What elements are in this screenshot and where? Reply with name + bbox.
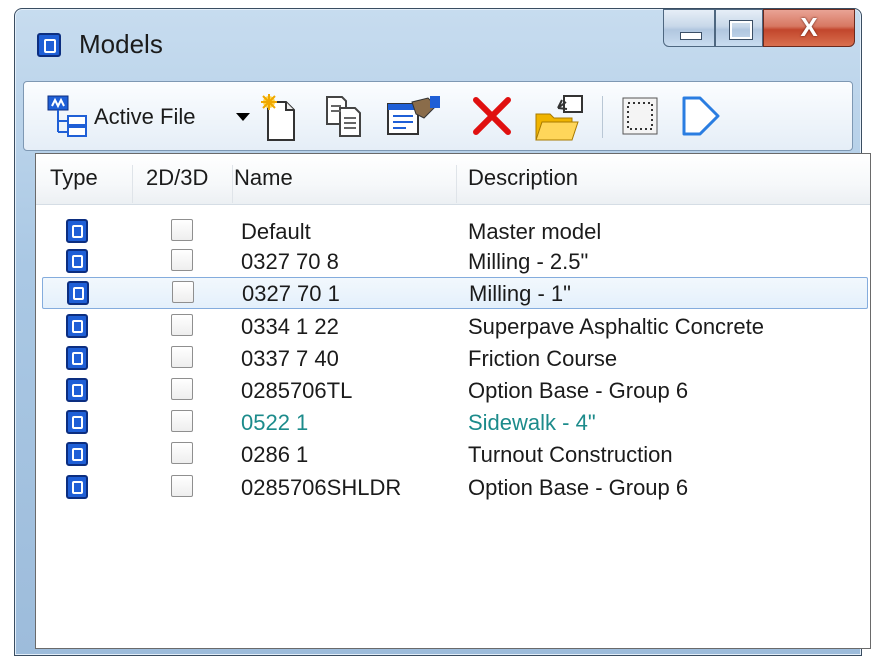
title-bar[interactable]: Models X bbox=[15, 9, 861, 81]
row-name: 0327 70 8 bbox=[241, 249, 339, 274]
row-name: 0334 1 22 bbox=[241, 314, 339, 339]
row-description: Friction Course bbox=[468, 346, 618, 371]
model-3d-icon bbox=[66, 475, 88, 499]
maximize-button[interactable] bbox=[715, 9, 763, 47]
row-description: Turnout Construction bbox=[468, 442, 673, 467]
model-3d-icon bbox=[66, 219, 88, 243]
row-name: Default bbox=[241, 219, 311, 244]
shape-button[interactable] bbox=[680, 94, 724, 138]
column-separator[interactable] bbox=[456, 165, 457, 203]
column-name[interactable]: Name bbox=[234, 165, 293, 191]
row-description: Option Base - Group 6 bbox=[468, 475, 689, 500]
row-description: Sidewalk - 4" bbox=[468, 410, 596, 435]
row-description: Superpave Asphaltic Concrete bbox=[468, 314, 764, 339]
delete-model-button[interactable] bbox=[470, 94, 514, 138]
column-separator[interactable] bbox=[132, 165, 133, 203]
dimension-checkbox[interactable] bbox=[172, 281, 194, 303]
row-name: 0522 1 bbox=[241, 410, 309, 435]
model-3d-icon bbox=[67, 281, 89, 305]
dimension-checkbox[interactable] bbox=[171, 410, 193, 432]
row-description: Milling - 2.5" bbox=[468, 249, 589, 274]
model-3d-icon bbox=[66, 346, 88, 370]
table-row-selected[interactable]: 0327 70 1 Milling - 1" bbox=[42, 277, 868, 309]
model-properties-icon bbox=[387, 96, 440, 135]
column-2d3d[interactable]: 2D/3D bbox=[146, 165, 208, 191]
import-model-button[interactable] bbox=[534, 94, 586, 141]
table-row[interactable]: 0522 1 Sidewalk - 4" bbox=[36, 407, 870, 439]
maximize-icon bbox=[729, 20, 753, 40]
minimize-icon bbox=[680, 32, 702, 40]
table-row[interactable]: 0285706SHLDR Option Base - Group 6 bbox=[36, 472, 870, 504]
models-tree-icon bbox=[47, 95, 87, 137]
table-row[interactable]: 0327 70 8 Milling - 2.5" bbox=[36, 246, 870, 278]
window-title: Models bbox=[79, 29, 163, 59]
close-icon: X bbox=[800, 12, 818, 42]
models-app-icon bbox=[37, 33, 61, 57]
table-row[interactable]: Default Master model bbox=[36, 216, 870, 248]
dimension-checkbox[interactable] bbox=[171, 249, 193, 271]
row-name: 0337 7 40 bbox=[241, 346, 339, 371]
column-separator[interactable] bbox=[232, 165, 233, 203]
row-description: Master model bbox=[468, 219, 602, 244]
dimension-checkbox[interactable] bbox=[171, 314, 193, 336]
active-file-label[interactable]: Active File bbox=[94, 104, 195, 130]
dimension-checkbox[interactable] bbox=[171, 378, 193, 400]
dimension-checkbox[interactable] bbox=[171, 219, 193, 241]
dimension-checkbox[interactable] bbox=[171, 475, 193, 497]
import-icon bbox=[535, 95, 583, 141]
model-3d-icon bbox=[66, 314, 88, 338]
toolbar: Active File bbox=[23, 81, 853, 151]
minimize-button[interactable] bbox=[663, 9, 715, 47]
select-all-button[interactable] bbox=[620, 94, 660, 138]
table-row[interactable]: 0285706TL Option Base - Group 6 bbox=[36, 375, 870, 407]
row-name: 0285706SHLDR bbox=[241, 475, 402, 500]
chevron-down-icon[interactable] bbox=[236, 113, 250, 121]
toolbar-separator bbox=[602, 96, 603, 138]
model-3d-icon bbox=[66, 378, 88, 402]
shape-icon bbox=[682, 96, 720, 136]
new-model-icon bbox=[261, 94, 295, 141]
column-type[interactable]: Type bbox=[50, 165, 98, 191]
window-controls: X bbox=[663, 9, 855, 49]
active-file-dropdown[interactable] bbox=[46, 94, 90, 138]
table-row[interactable]: 0286 1 Turnout Construction bbox=[36, 439, 870, 471]
model-properties-button[interactable] bbox=[384, 94, 442, 138]
dimension-checkbox[interactable] bbox=[171, 442, 193, 464]
table-row[interactable]: 0334 1 22 Superpave Asphaltic Concrete bbox=[36, 311, 870, 343]
delete-icon bbox=[473, 97, 511, 135]
close-button[interactable]: X bbox=[763, 9, 855, 47]
models-window: Models X Active File Type 2D/3D Name Des… bbox=[14, 8, 871, 656]
row-description: Milling - 1" bbox=[469, 281, 571, 306]
table-row[interactable]: 0337 7 40 Friction Course bbox=[36, 343, 870, 375]
model-3d-icon bbox=[66, 410, 88, 434]
copy-model-icon bbox=[326, 96, 361, 137]
copy-model-button[interactable] bbox=[324, 94, 364, 138]
row-name: 0327 70 1 bbox=[242, 281, 340, 306]
row-name: 0285706TL bbox=[241, 378, 353, 403]
models-list[interactable]: Type 2D/3D Name Description Default Mast… bbox=[35, 153, 871, 649]
new-model-button[interactable] bbox=[260, 94, 300, 141]
dimension-checkbox[interactable] bbox=[171, 346, 193, 368]
column-description[interactable]: Description bbox=[468, 165, 578, 191]
row-description: Option Base - Group 6 bbox=[468, 378, 689, 403]
row-name: 0286 1 bbox=[241, 442, 309, 467]
select-all-icon bbox=[622, 97, 658, 135]
model-3d-icon bbox=[66, 442, 88, 466]
model-3d-icon bbox=[66, 249, 88, 273]
column-header: Type 2D/3D Name Description bbox=[36, 154, 870, 205]
